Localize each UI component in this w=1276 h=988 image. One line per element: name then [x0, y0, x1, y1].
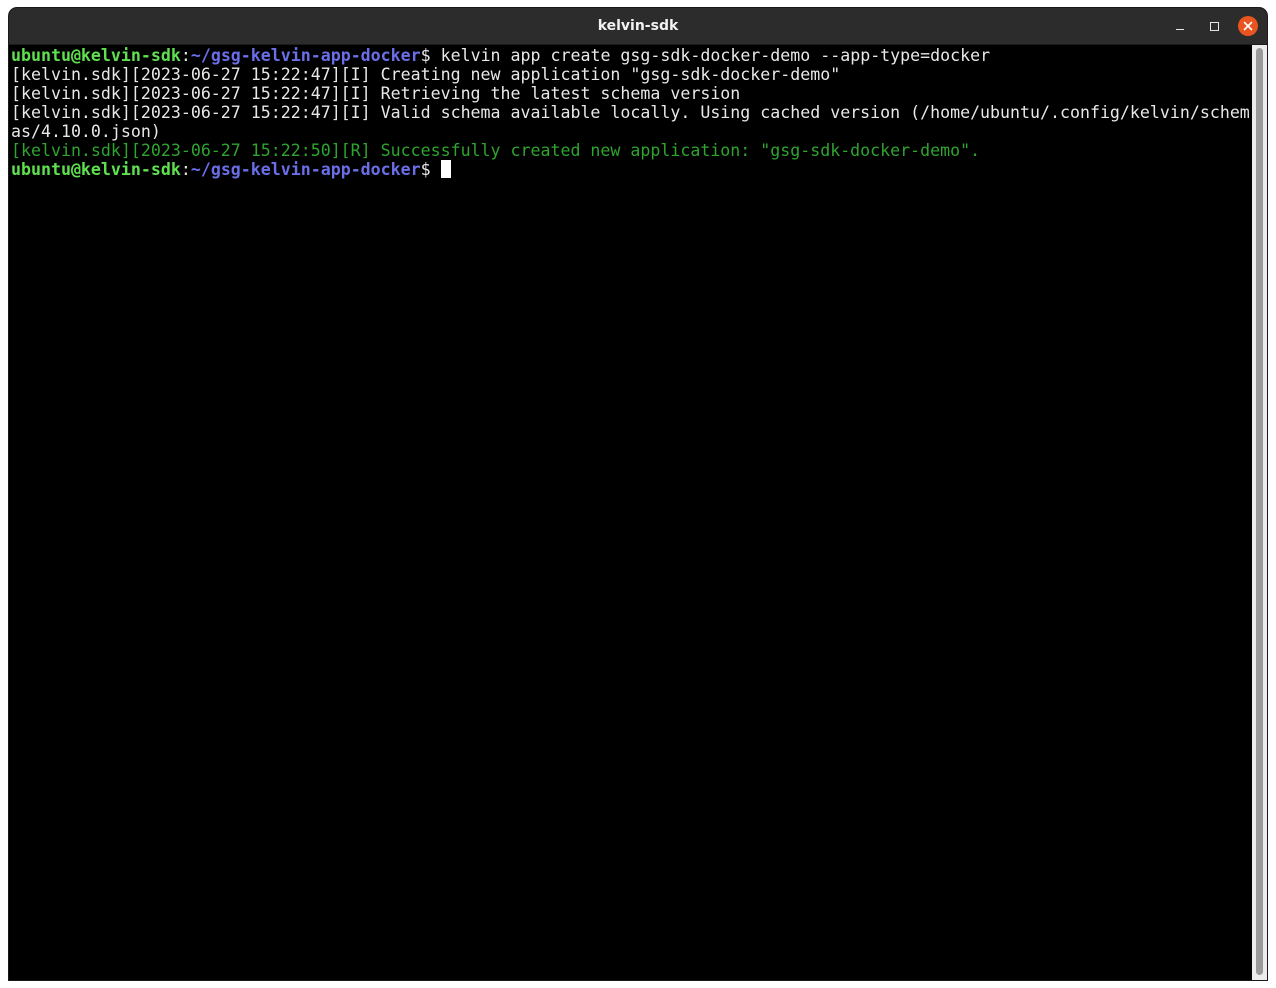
maximize-button[interactable]: [1204, 16, 1224, 36]
current-prompt-line: ubuntu@kelvin-sdk:~/gsg-kelvin-app-docke…: [11, 160, 1250, 179]
command-line: ubuntu@kelvin-sdk:~/gsg-kelvin-app-docke…: [11, 46, 1250, 65]
maximize-icon: [1209, 21, 1219, 31]
output-line: as/4.10.0.json): [11, 122, 161, 141]
minimize-icon: [1176, 28, 1184, 30]
terminal-window: kelvin-sdk ubuntu@kelvin-sdk:~/gsg-kelvi…: [9, 8, 1267, 980]
close-icon: [1243, 21, 1253, 31]
window-title: kelvin-sdk: [597, 18, 679, 34]
success-line: [kelvin.sdk][2023-06-27 15:22:50][R] Suc…: [11, 141, 981, 160]
output-line: [kelvin.sdk][2023-06-27 15:22:47][I] Val…: [11, 103, 1250, 122]
text-cursor[interactable]: [440, 160, 451, 178]
close-button[interactable]: [1238, 16, 1258, 36]
prompt-symbol: $: [420, 46, 441, 65]
title-bar[interactable]: kelvin-sdk: [9, 8, 1267, 45]
prompt-user-host: ubuntu@kelvin-sdk: [11, 160, 181, 179]
minimize-button[interactable]: [1170, 16, 1190, 36]
scrollbar[interactable]: [1252, 45, 1267, 980]
command-text: kelvin app create gsg-sdk-docker-demo --…: [440, 46, 991, 65]
prompt-symbol: $: [420, 160, 441, 179]
prompt-separator: :: [180, 160, 191, 179]
output-line: [kelvin.sdk][2023-06-27 15:22:47][I] Ret…: [11, 84, 741, 103]
output-line: [kelvin.sdk][2023-06-27 15:22:47][I] Cre…: [11, 65, 841, 84]
scrollbar-thumb[interactable]: [1256, 48, 1263, 975]
prompt-user-host: ubuntu@kelvin-sdk: [11, 46, 181, 65]
prompt-separator: :: [180, 46, 191, 65]
prompt-path: ~/gsg-kelvin-app-docker: [190, 160, 421, 179]
prompt-path: ~/gsg-kelvin-app-docker: [190, 46, 421, 65]
terminal-output: ubuntu@kelvin-sdk:~/gsg-kelvin-app-docke…: [11, 46, 1250, 179]
terminal-area[interactable]: ubuntu@kelvin-sdk:~/gsg-kelvin-app-docke…: [9, 45, 1252, 980]
